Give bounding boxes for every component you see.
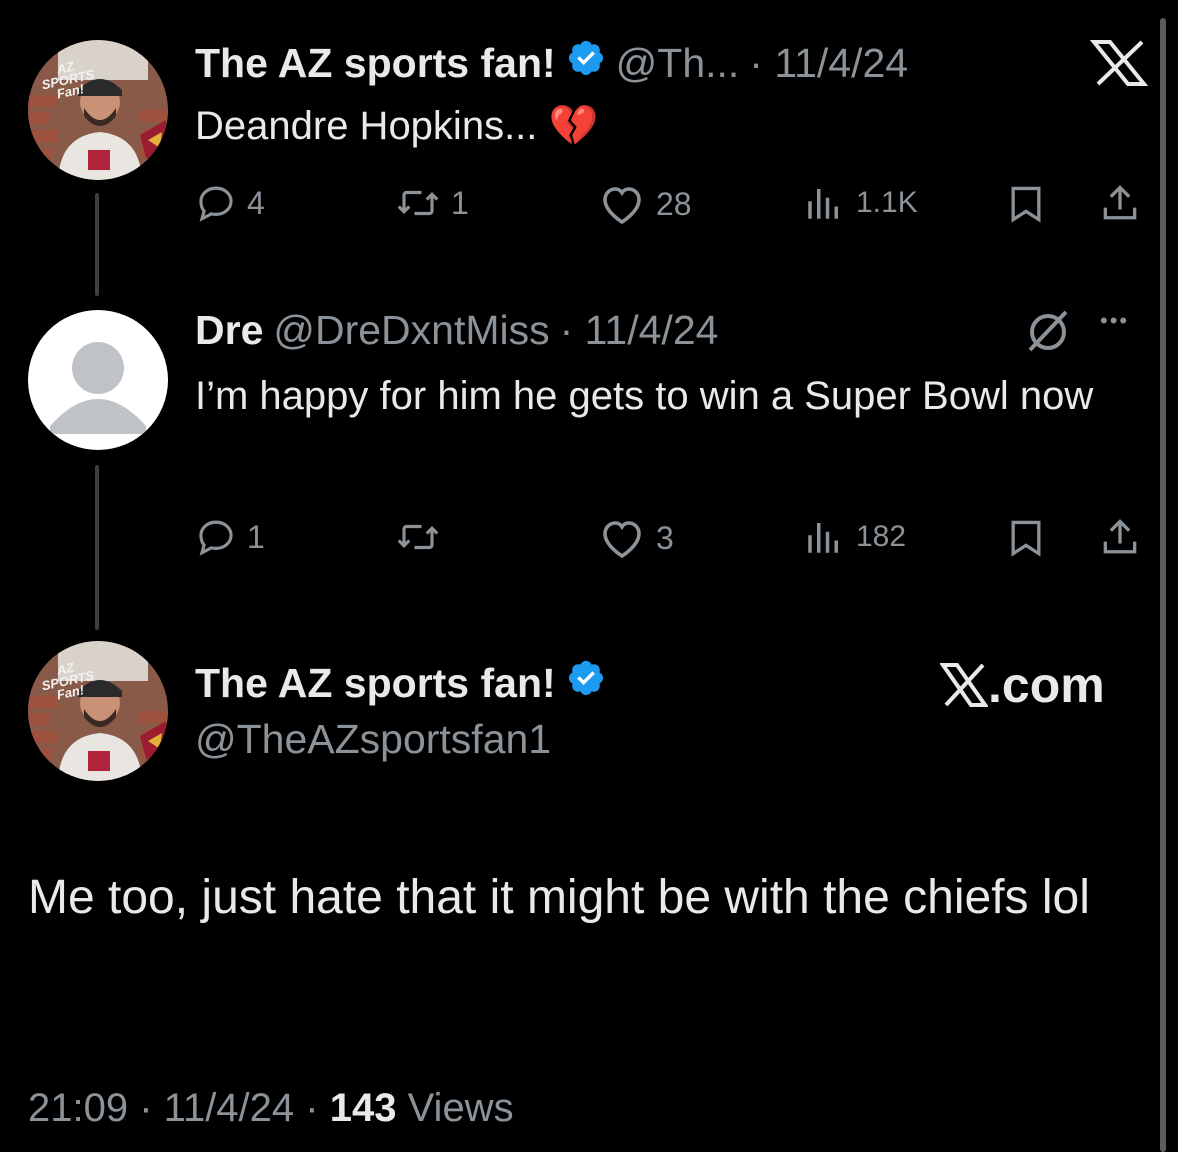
retweet-button[interactable]: [395, 516, 451, 558]
more-options-icon[interactable]: •••: [1100, 308, 1129, 334]
retweet-icon: [397, 524, 439, 550]
verified-badge-icon: [566, 38, 606, 88]
reply-count: 1: [247, 518, 265, 555]
reply-button[interactable]: 1: [195, 516, 265, 558]
tweet-text: I’m happy for him he gets to win a Super…: [195, 374, 1094, 418]
display-name[interactable]: The AZ sports fan!: [195, 660, 556, 707]
thread-line: [95, 465, 99, 630]
scrollbar[interactable]: [1160, 18, 1166, 1152]
reply-count: 4: [247, 184, 265, 221]
share-icon: [1103, 519, 1137, 554]
bookmark-button[interactable]: [1004, 182, 1048, 231]
views-count: 1.1K: [856, 186, 918, 219]
share-button[interactable]: [1098, 516, 1142, 565]
heart-icon: [603, 187, 641, 225]
reply-button[interactable]: 4: [195, 182, 265, 224]
x-watermark: .com: [940, 656, 1105, 714]
tweet-time[interactable]: 21:09: [28, 1086, 128, 1130]
avatar-image: [28, 641, 168, 781]
tweet-text-body: Deandre Hopkins...: [195, 104, 549, 148]
analytics-icon: [808, 523, 838, 553]
retweet-count: 1: [451, 184, 469, 221]
watermark-text: .com: [988, 657, 1105, 713]
reply-icon: [199, 186, 233, 222]
default-avatar[interactable]: [28, 310, 168, 450]
tweet-date[interactable]: · 11/4/24 ·: [139, 1086, 318, 1130]
tweet-meta: 21:09 · 11/4/24 · 143 Views: [28, 1086, 514, 1131]
x-logo-icon[interactable]: [1089, 38, 1149, 88]
avatar[interactable]: AZ SPORTS Fan!: [28, 641, 168, 781]
handle[interactable]: @DreDxntMiss: [273, 307, 549, 354]
timestamp[interactable]: · 11/4/24: [560, 307, 719, 354]
avatar-image: [28, 40, 168, 180]
views-count: 182: [856, 520, 907, 553]
thread-line: [95, 193, 99, 296]
x-logo-icon: [940, 663, 988, 707]
tweet-header: Dre @DreDxntMiss · 11/4/24: [195, 305, 718, 355]
share-button[interactable]: [1098, 182, 1142, 231]
verified-badge-icon: [566, 658, 606, 708]
tweet-text: Deandre Hopkins... 💔: [195, 94, 598, 158]
share-icon: [1103, 185, 1137, 220]
like-button[interactable]: 28: [598, 182, 692, 226]
views-label: Views: [407, 1086, 514, 1130]
reply-icon: [199, 520, 233, 556]
tweet-header: The AZ sports fan! @Th... · 11/4/24: [195, 38, 908, 88]
views-count: 143: [329, 1086, 397, 1130]
tweet-header: The AZ sports fan!: [195, 658, 606, 708]
display-name[interactable]: The AZ sports fan!: [195, 40, 556, 87]
retweet-button[interactable]: 1: [395, 182, 469, 224]
retweet-icon: [397, 190, 439, 216]
bookmark-button[interactable]: [1004, 516, 1048, 565]
user-placeholder-icon: [50, 342, 146, 434]
handle[interactable]: @TheAZsportsfan1: [195, 716, 551, 763]
heart-icon: [603, 521, 641, 559]
display-name[interactable]: Dre: [195, 307, 263, 354]
grok-icon[interactable]: [1022, 306, 1074, 359]
handle[interactable]: @Th...: [616, 40, 740, 87]
main-tweet-text: Me too, just hate that it might be with …: [28, 871, 1090, 924]
avatar[interactable]: AZ SPORTS Fan!: [28, 40, 168, 180]
like-count: 3: [656, 519, 674, 556]
analytics-icon: [808, 189, 838, 219]
like-count: 28: [656, 185, 692, 222]
views-button[interactable]: 1.1K: [802, 182, 918, 224]
bookmark-icon: [1011, 520, 1041, 557]
views-button[interactable]: 182: [802, 516, 906, 558]
broken-heart-emoji: 💔: [548, 104, 599, 148]
bookmark-icon: [1011, 186, 1041, 223]
timestamp[interactable]: · 11/4/24: [749, 40, 908, 87]
like-button[interactable]: 3: [598, 516, 674, 560]
